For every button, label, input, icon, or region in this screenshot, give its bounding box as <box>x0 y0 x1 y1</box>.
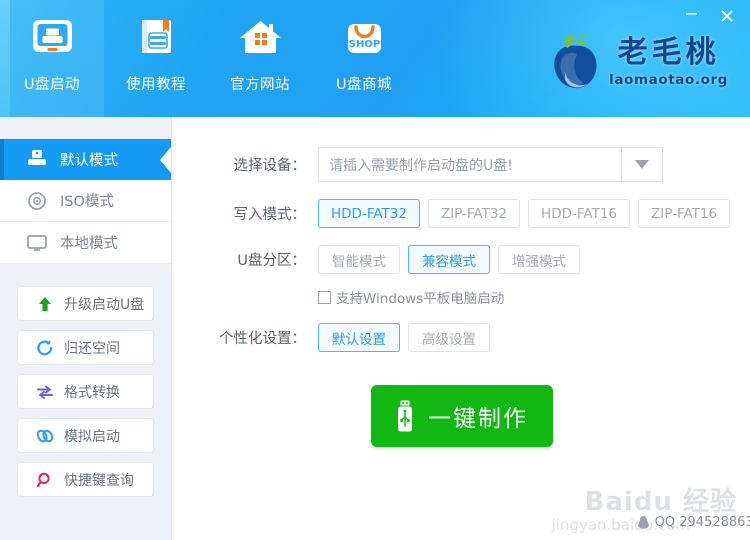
partition-option-compatible[interactable]: 兼容模式 <box>408 245 490 274</box>
personalize-option-advanced[interactable]: 高级设置 <box>408 323 490 352</box>
write-mode-row: 写入模式： HDD-FAT32 ZIP-FAT32 HDD-FAT16 ZIP-… <box>173 199 750 228</box>
make-button-label: 一键制作 <box>428 406 528 432</box>
device-row-label: 选择设备： <box>233 158 307 174</box>
partition-option-enhanced[interactable]: 增强模式 <box>498 245 580 274</box>
personalize-label: 个性化设置： <box>219 331 306 347</box>
minimize-icon <box>685 12 697 15</box>
usb-device-icon <box>26 149 48 169</box>
tool-simulate-boot-button[interactable]: 模拟启动 <box>17 418 154 453</box>
tool-label: 模拟启动 <box>64 428 120 445</box>
tool-hotkey-query-button[interactable]: 快捷键查询 <box>17 462 154 497</box>
minimize-button[interactable] <box>676 4 706 28</box>
tutorial-book-icon <box>132 17 181 64</box>
svg-text:SHOP: SHOP <box>348 39 379 50</box>
refresh-icon <box>35 339 55 357</box>
nav-item-website[interactable]: 官方网站 <box>208 0 312 117</box>
window-controls <box>676 4 742 28</box>
brand-text: 老毛桃 laomaotao.org <box>609 35 728 89</box>
write-mode-option-zip-fat16[interactable]: ZIP-FAT16 <box>638 199 731 228</box>
device-row: 选择设备： 请插入需要制作启动盘的U盘! <box>173 147 750 182</box>
nav-label: 使用教程 <box>126 77 186 93</box>
usb-boot-icon <box>28 17 77 64</box>
usb-stick-icon <box>395 400 415 432</box>
sidebar-item-iso-mode[interactable]: ISO模式 <box>0 180 171 222</box>
tool-label: 归还空间 <box>64 340 120 357</box>
partition-options: 智能模式 兼容模式 增强模式 <box>318 245 580 274</box>
partition-option-smart[interactable]: 智能模式 <box>318 245 400 274</box>
close-icon <box>721 10 733 22</box>
shop-bag-icon: SHOP <box>340 17 389 64</box>
personalize-options: 默认设置 高级设置 <box>318 323 490 352</box>
one-click-make-button[interactable]: 一键制作 <box>370 385 553 447</box>
title-bar: U盘启动 使用教程 官方网站 SHOP U盘商城 老毛桃 laomaotao.o… <box>0 0 750 117</box>
up-arrow-icon <box>35 295 55 313</box>
nav-label: U盘启动 <box>23 77 81 93</box>
write-mode-options: HDD-FAT32 ZIP-FAT32 HDD-FAT16 ZIP-FAT16 <box>318 199 731 228</box>
tablet-support-checkbox[interactable]: 支持Windows平板电脑启动 <box>318 287 750 307</box>
tool-list: 升级启动U盘 归还空间 格式转换 模拟启动 快捷键查询 <box>0 286 171 497</box>
nav-item-tutorial[interactable]: 使用教程 <box>104 0 208 117</box>
sidebar-item-default-mode[interactable]: 默认模式 <box>0 138 171 181</box>
tool-label: 快捷键查询 <box>64 472 134 489</box>
tool-upgrade-usb-button[interactable]: 升级启动U盘 <box>17 286 154 321</box>
main-panel: 选择设备： 请插入需要制作启动盘的U盘! 写入模式： HDD-FAT32 ZIP… <box>173 117 750 540</box>
nav-label: U盘商城 <box>335 77 393 93</box>
sidebar: 默认模式 ISO模式 本地模式 升级启动U盘 归还空间 格式转换 模拟启动 快捷… <box>0 117 172 540</box>
sidebar-item-local-mode[interactable]: 本地模式 <box>0 222 171 264</box>
qq-penguin-icon <box>637 515 650 530</box>
brand-logo: 老毛桃 laomaotao.org <box>547 32 728 94</box>
sidebar-item-label: ISO模式 <box>60 194 114 210</box>
chevron-down-icon <box>635 160 649 169</box>
nav-item-usb-boot[interactable]: U盘启动 <box>0 0 104 117</box>
app-window: U盘启动 使用教程 官方网站 SHOP U盘商城 老毛桃 laomaotao.o… <box>0 0 750 540</box>
tool-restore-space-button[interactable]: 归还空间 <box>17 330 154 365</box>
checkbox-label: 支持Windows平板电脑启动 <box>336 291 505 307</box>
device-input[interactable]: 请插入需要制作启动盘的U盘! <box>318 147 621 182</box>
write-mode-option-hdd-fat16[interactable]: HDD-FAT16 <box>528 199 630 228</box>
checkbox-box[interactable] <box>318 290 331 304</box>
swap-arrows-icon <box>35 383 55 401</box>
device-dropdown-button[interactable] <box>621 147 663 182</box>
footer-bar: QQ 2945288635 ? 如何使用默认模式？ <box>346 504 750 540</box>
top-nav: U盘启动 使用教程 官方网站 SHOP U盘商城 <box>0 0 416 117</box>
brand-name: 老毛桃 <box>617 35 720 70</box>
tool-label: 升级启动U盘 <box>64 296 145 313</box>
qq-label: QQ 2945288635 <box>654 514 750 530</box>
search-icon <box>35 471 55 489</box>
monitor-icon <box>26 233 48 253</box>
personalize-row: 个性化设置： 默认设置 高级设置 <box>173 323 750 352</box>
tool-format-convert-button[interactable]: 格式转换 <box>17 374 154 409</box>
tool-label: 格式转换 <box>64 384 120 401</box>
mode-list: 默认模式 ISO模式 本地模式 <box>0 138 171 264</box>
partition-label: U盘分区： <box>237 253 306 269</box>
personalize-option-default[interactable]: 默认设置 <box>318 323 400 352</box>
close-button[interactable] <box>712 4 742 28</box>
peach-logo-icon <box>547 32 605 94</box>
qq-contact[interactable]: QQ 2945288635 <box>637 515 750 530</box>
device-select[interactable]: 请插入需要制作启动盘的U盘! <box>318 147 663 182</box>
write-mode-label: 写入模式： <box>233 207 307 223</box>
partition-row: U盘分区： 智能模式 兼容模式 增强模式 <box>173 245 750 274</box>
make-button-wrap: 一键制作 <box>173 385 750 447</box>
nav-label: 官方网站 <box>230 77 290 93</box>
home-website-icon <box>236 17 285 64</box>
write-mode-option-zip-fat32[interactable]: ZIP-FAT32 <box>427 199 521 228</box>
nav-item-shop[interactable]: SHOP U盘商城 <box>312 0 416 117</box>
disc-icon <box>26 191 48 211</box>
brand-url: laomaotao.org <box>609 72 728 88</box>
sidebar-item-label: 默认模式 <box>60 152 118 169</box>
write-mode-option-hdd-fat32[interactable]: HDD-FAT32 <box>318 199 420 228</box>
link-chain-icon <box>35 427 55 445</box>
sidebar-item-label: 本地模式 <box>60 236 118 252</box>
